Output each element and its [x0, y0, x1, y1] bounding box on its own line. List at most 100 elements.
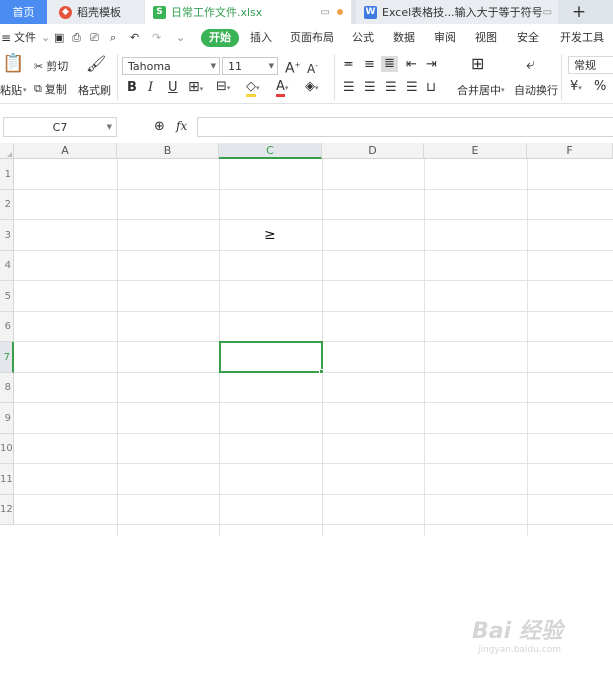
menu-review[interactable]: 审阅 [434, 29, 456, 47]
menu-devtools[interactable]: 开发工具 [560, 29, 604, 47]
row-header-12[interactable]: 12 [0, 495, 14, 525]
align-top-icon[interactable]: ≖ [343, 57, 354, 73]
menu-bar: ≡ 文件 ⌄ ▣ ⎙ ⎚ ⌕ ↶ ↷ ⌄ 开始 插入 页面布局 公式 数据 审阅… [0, 26, 613, 50]
grid-line [14, 494, 613, 495]
decrease-font-icon[interactable]: A- [307, 58, 318, 77]
print-icon[interactable]: ⎚ [90, 29, 99, 47]
column-header-b[interactable]: B [117, 143, 219, 159]
row-header-3[interactable]: 3 [0, 220, 14, 251]
increase-font-icon[interactable]: A+ [285, 57, 300, 77]
scissors-icon: ✂ [34, 59, 44, 73]
row-header-9[interactable]: 9 [0, 403, 14, 434]
paste-icon[interactable]: 📋 [2, 55, 24, 73]
justify-icon[interactable]: ☰ [406, 80, 418, 96]
percent-icon[interactable]: % [594, 79, 606, 95]
select-all-corner[interactable] [0, 143, 14, 159]
active-cell-c7[interactable] [219, 341, 323, 373]
tab-template[interactable]: ◆ 稻壳模板 [47, 0, 144, 24]
redo-icon[interactable]: ↷ [152, 29, 161, 47]
align-middle-icon[interactable]: ≡ [364, 57, 375, 73]
wrap-text-label: 自动换行 [514, 84, 558, 97]
tab-home-label: 首页 [12, 6, 35, 19]
customize-chevron-icon[interactable]: ⌄ [176, 29, 185, 47]
column-header-c[interactable]: C [219, 143, 322, 159]
row-header-4[interactable]: 4 [0, 251, 14, 281]
wrap-text-icon[interactable]: ⤶ [526, 56, 535, 72]
menu-view[interactable]: 视图 [475, 29, 497, 47]
bold-button[interactable]: B [127, 80, 137, 96]
grid-line [424, 159, 425, 536]
distributed-icon[interactable]: ⊔ [426, 80, 436, 96]
tab-home[interactable]: 首页 [0, 0, 47, 24]
fx-icon[interactable]: fx [176, 119, 187, 133]
screen-icon[interactable]: ▭ [321, 7, 330, 18]
row-header-6[interactable]: 6 [0, 312, 14, 342]
row-header-1[interactable]: 1 [0, 159, 14, 190]
fill-color-icon[interactable]: ◇▾ [246, 79, 260, 97]
wrap-text-button[interactable]: 自动换行 [514, 82, 558, 98]
fill-handle[interactable] [319, 369, 324, 374]
borders-icon[interactable]: ⊞▾ [188, 79, 203, 97]
align-left-icon[interactable]: ☰ [343, 80, 355, 96]
row-header-10[interactable]: 10 [0, 434, 14, 464]
menu-layout[interactable]: 页面布局 [290, 29, 334, 47]
formula-input[interactable] [197, 117, 613, 137]
print-preview-icon[interactable]: ⌕ [110, 29, 116, 47]
format-painter-button[interactable]: 格式刷 [78, 82, 111, 98]
name-box[interactable]: C7 ▼ [3, 117, 117, 137]
menu-file[interactable]: 文件 [14, 29, 36, 47]
copy-button[interactable]: ⧉ 复制 [34, 81, 67, 97]
export-pdf-icon[interactable]: ⎙ [72, 29, 81, 47]
indent-increase-icon[interactable]: ⇥ [426, 57, 437, 73]
screen-icon[interactable]: ▭ [543, 7, 552, 18]
merge-center-icon[interactable]: ⊞ [471, 56, 484, 72]
conditional-format-icon[interactable]: ⊟▾ [216, 79, 230, 96]
new-tab-button[interactable]: + [566, 0, 592, 24]
column-header-d[interactable]: D [322, 143, 424, 159]
cell-c3[interactable]: ≥ [264, 227, 276, 243]
merge-center-label: 合并居中 [457, 84, 501, 97]
undo-icon[interactable]: ↶ [130, 29, 139, 47]
merge-center-button[interactable]: 合并居中 ▾ [457, 82, 505, 98]
ribbon: 📋 粘贴 ▾ ✂ 剪切 ⧉ 复制 🖌 格式刷 Tahoma ▼ 11 ▼ A+ … [0, 50, 613, 104]
font-name-select[interactable]: Tahoma ▼ [122, 57, 220, 75]
grid-line [14, 402, 613, 403]
row-header-2[interactable]: 2 [0, 190, 14, 220]
cut-button[interactable]: ✂ 剪切 [34, 58, 68, 74]
tab-sheet[interactable]: S 日常工作文件.xlsx ▭ [145, 0, 351, 24]
font-color-icon[interactable]: A▾ [276, 79, 288, 97]
row-header-5[interactable]: 5 [0, 281, 14, 312]
menu-security[interactable]: 安全 [517, 29, 539, 47]
watermark-url: jingyan.baidu.com [478, 645, 562, 655]
column-header-e[interactable]: E [424, 143, 527, 159]
align-right-icon[interactable]: ☰ [385, 80, 397, 96]
italic-button[interactable]: I [148, 80, 153, 96]
number-format-select[interactable]: 常规 [568, 56, 613, 74]
column-header-f[interactable]: F [527, 143, 613, 159]
font-size-select[interactable]: 11 ▼ [222, 57, 278, 75]
grid-line [14, 219, 613, 220]
align-bottom-icon[interactable]: ≣ [381, 56, 398, 72]
format-painter-icon[interactable]: 🖌 [86, 56, 106, 72]
column-header-a[interactable]: A [14, 143, 117, 159]
menu-start[interactable]: 开始 [201, 29, 239, 47]
hamburger-icon[interactable]: ≡ [1, 29, 11, 47]
currency-icon[interactable]: ¥▾ [570, 79, 582, 96]
row-header-7[interactable]: 7 [0, 342, 14, 373]
grid-line [117, 159, 118, 536]
align-center-icon[interactable]: ☰ [364, 80, 376, 96]
menu-insert[interactable]: 插入 [250, 29, 272, 47]
clear-format-icon[interactable]: ◈▾ [305, 79, 319, 96]
zoom-search-icon[interactable]: ⊕ [154, 119, 165, 134]
menu-data[interactable]: 数据 [393, 29, 415, 47]
menu-formula[interactable]: 公式 [352, 29, 374, 47]
row-header-11[interactable]: 11 [0, 464, 14, 495]
underline-button[interactable]: U [168, 80, 178, 96]
paste-button[interactable]: 粘贴 ▾ [0, 82, 27, 98]
save-icon[interactable]: ▣ [54, 29, 64, 47]
row-header-8[interactable]: 8 [0, 373, 14, 403]
chevron-down-icon[interactable]: ⌄ [41, 29, 50, 47]
tab-doc[interactable]: W Excel表格技...输入大于等于符号 ▭ [356, 0, 558, 24]
indent-decrease-icon[interactable]: ⇤ [406, 57, 417, 73]
cut-label: 剪切 [46, 60, 69, 73]
